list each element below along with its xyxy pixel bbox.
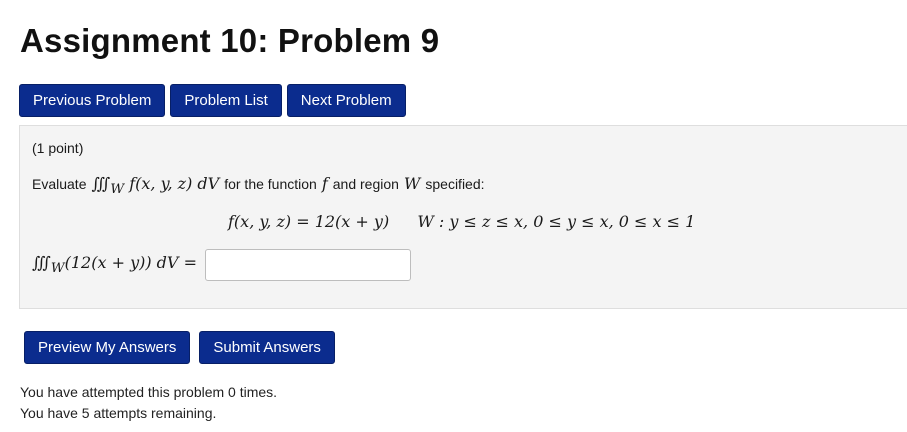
problem-definition: f(x, y, z) = 12(x + y) W : y ≤ z ≤ x, 0 …: [228, 212, 695, 231]
prompt-function-symbol: f: [321, 174, 328, 193]
attempt-status: You have attempted this problem 0 times.…: [20, 382, 277, 424]
answer-integrand: (12(x + y)) dV =: [64, 253, 197, 273]
prompt-integral-expression: ∭W f(x, y, z) dV: [91, 174, 219, 197]
region-definition: W : y ≤ z ≤ x, 0 ≤ y ≤ x, 0 ≤ x ≤ 1: [417, 212, 696, 231]
prompt-integrand: f(x, y, z) dV: [129, 174, 220, 193]
preview-answers-button[interactable]: Preview My Answers: [24, 331, 191, 364]
prompt-text-region: and region: [332, 176, 399, 192]
next-problem-button[interactable]: Next Problem: [286, 84, 406, 117]
attempts-made-text: You have attempted this problem 0 times.: [20, 384, 278, 400]
previous-problem-button[interactable]: Previous Problem: [19, 84, 166, 117]
problem-navigation: Previous Problem Problem List Next Probl…: [19, 84, 406, 117]
problem-list-button[interactable]: Problem List: [170, 84, 282, 117]
prompt-region-symbol: W: [403, 174, 421, 193]
integral-region-subscript: W: [110, 182, 125, 198]
problem-prompt: Evaluate ∭W f(x, y, z) dV for the functi…: [32, 174, 485, 197]
answer-input[interactable]: [204, 249, 411, 281]
points-label: (1 point): [32, 140, 84, 156]
attempts-remaining-text: You have 5 attempts remaining.: [20, 405, 217, 421]
triple-integral-symbol: ∭: [91, 174, 111, 193]
prompt-text-function: for the function: [224, 176, 317, 192]
answer-region-subscript: W: [50, 261, 65, 277]
function-definition: f(x, y, z) = 12(x + y): [228, 212, 390, 231]
prompt-text-evaluate: Evaluate: [32, 176, 87, 192]
page-title: Assignment 10: Problem 9: [20, 22, 440, 59]
answer-label: ∭W(12(x + y)) dV =: [32, 253, 197, 276]
problem-panel: (1 point) Evaluate ∭W f(x, y, z) dV for …: [19, 125, 907, 309]
submit-answers-button[interactable]: Submit Answers: [199, 331, 335, 364]
prompt-text-specified: specified:: [425, 176, 485, 192]
answer-integral-symbol: ∭: [32, 253, 51, 273]
answer-actions: Preview My Answers Submit Answers: [24, 331, 335, 364]
answer-row: ∭W(12(x + y)) dV =: [32, 249, 411, 281]
